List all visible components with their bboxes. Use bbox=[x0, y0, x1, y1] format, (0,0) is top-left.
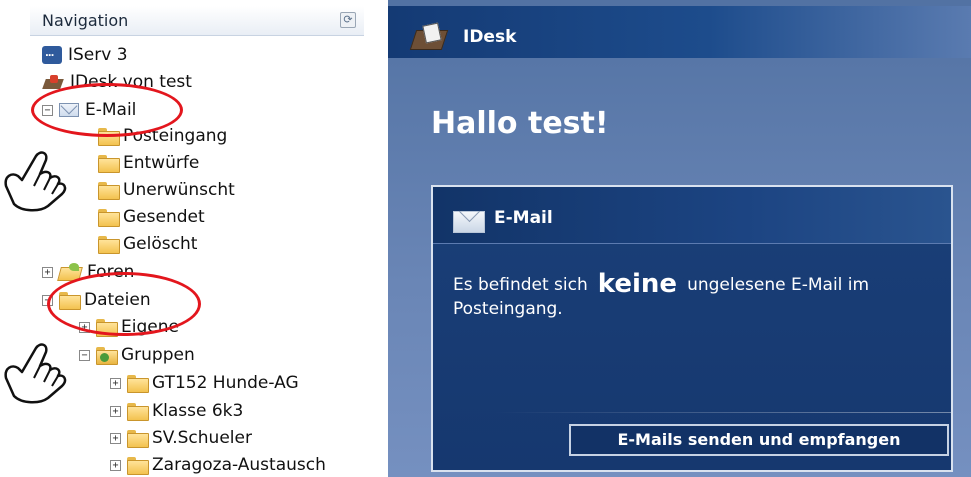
expand-icon[interactable]: + bbox=[110, 459, 121, 471]
tree-item-idesk[interactable]: IDesk von test bbox=[42, 69, 192, 95]
pointing-hand-icon bbox=[4, 151, 67, 212]
tree-item-deleted[interactable]: Gelöscht bbox=[98, 231, 197, 257]
collapse-icon[interactable]: − bbox=[42, 104, 53, 116]
navigation-title: Navigation bbox=[42, 11, 129, 30]
folder-icon bbox=[98, 155, 120, 173]
expand-icon[interactable]: + bbox=[110, 377, 121, 389]
folder-icon bbox=[98, 236, 120, 254]
tree-item-group[interactable]: + GT152 Hunde-AG bbox=[110, 370, 299, 396]
tree-item-label: Entwürfe bbox=[123, 153, 200, 173]
expand-icon[interactable]: + bbox=[110, 432, 121, 444]
tree-item-label: Gruppen bbox=[121, 345, 195, 365]
iserv-icon bbox=[42, 46, 62, 64]
email-widget: E-Mail Es befindet sich keine ungelesene E… bbox=[431, 185, 953, 472]
tree-item-files[interactable]: − Dateien bbox=[42, 287, 151, 313]
tree-item-label: Foren bbox=[87, 262, 135, 282]
collapse-icon[interactable]: − bbox=[79, 349, 90, 361]
tree-item-groups[interactable]: − Gruppen bbox=[79, 342, 195, 368]
tree-item-forums[interactable]: + Foren bbox=[42, 259, 134, 285]
tree-item-label: IDesk von test bbox=[70, 72, 192, 92]
tree-item-label: Gesendet bbox=[123, 207, 205, 227]
tree-item-label: Unerwünscht bbox=[123, 180, 235, 200]
forum-icon bbox=[59, 263, 81, 281]
message-prefix: Es befindet sich bbox=[453, 275, 588, 295]
expand-icon[interactable]: + bbox=[42, 266, 53, 278]
mail-icon bbox=[59, 103, 79, 117]
folder-icon bbox=[127, 375, 149, 393]
tree-item-label: Gelöscht bbox=[123, 234, 198, 254]
folder-icon bbox=[96, 319, 118, 337]
unread-count-emphasis: keine bbox=[597, 269, 678, 299]
tree-item-label: E-Mail bbox=[85, 100, 137, 120]
divider bbox=[493, 412, 951, 413]
tree-item-label: IServ 3 bbox=[68, 45, 128, 65]
tree-item-iserv[interactable]: IServ 3 bbox=[42, 42, 128, 68]
tree-item-label: Eigene bbox=[121, 317, 179, 337]
tree-item-label: SV.Schueler bbox=[152, 428, 252, 448]
idesk-icon bbox=[413, 24, 447, 50]
expand-icon[interactable]: + bbox=[110, 405, 121, 417]
idesk-pane: IDesk Hallo test! E-Mail Es befindet sic… bbox=[388, 0, 971, 477]
envelope-icon bbox=[453, 211, 485, 233]
tree-item-spam[interactable]: Unerwünscht bbox=[98, 177, 235, 203]
pointing-hand-icon bbox=[4, 343, 67, 404]
tree-item-group[interactable]: + Zaragoza-Austausch bbox=[110, 452, 326, 477]
tree-item-group[interactable]: + Klasse 6k3 bbox=[110, 398, 243, 424]
tree-item-label: Dateien bbox=[84, 290, 151, 310]
email-widget-title: E-Mail bbox=[494, 208, 553, 228]
tree-item-label: Klasse 6k3 bbox=[152, 401, 244, 421]
tree-item-label: Zaragoza-Austausch bbox=[152, 455, 326, 475]
navigation-pane: Navigation ⟳ IServ 3 IDesk von test − E-… bbox=[0, 0, 388, 477]
folder-icon bbox=[98, 209, 120, 227]
idesk-titlebar: IDesk bbox=[388, 6, 971, 58]
refresh-icon[interactable]: ⟳ bbox=[340, 12, 356, 28]
folder-icon bbox=[98, 128, 120, 146]
expand-icon[interactable]: + bbox=[79, 321, 90, 333]
folder-icon bbox=[98, 182, 120, 200]
tree-item-own[interactable]: + Eigene bbox=[79, 314, 179, 340]
idesk-icon bbox=[42, 74, 64, 90]
navigation-header: Navigation ⟳ bbox=[30, 6, 364, 36]
tree-item-drafts[interactable]: Entwürfe bbox=[98, 150, 199, 176]
tree-item-label: Posteingang bbox=[123, 126, 228, 146]
idesk-title: IDesk bbox=[463, 27, 517, 47]
tree-item-inbox[interactable]: Posteingang bbox=[98, 123, 227, 149]
email-widget-header: E-Mail bbox=[433, 187, 951, 244]
greeting-heading: Hallo test! bbox=[431, 106, 609, 141]
folder-icon bbox=[127, 457, 149, 475]
tree-item-group[interactable]: + SV.Schueler bbox=[110, 425, 252, 451]
tree-item-sent[interactable]: Gesendet bbox=[98, 204, 205, 230]
shared-folder-icon bbox=[96, 347, 118, 365]
send-receive-button[interactable]: E-Mails senden und empfangen bbox=[569, 424, 949, 456]
collapse-icon[interactable]: − bbox=[42, 294, 53, 306]
tree-item-email[interactable]: − E-Mail bbox=[42, 97, 136, 123]
unread-mail-message: Es befindet sich keine ungelesene E-Mail i… bbox=[453, 269, 933, 321]
folder-icon bbox=[59, 292, 81, 310]
folder-icon bbox=[127, 403, 149, 421]
folder-icon bbox=[127, 430, 149, 448]
tree-item-label: GT152 Hunde-AG bbox=[152, 373, 299, 393]
